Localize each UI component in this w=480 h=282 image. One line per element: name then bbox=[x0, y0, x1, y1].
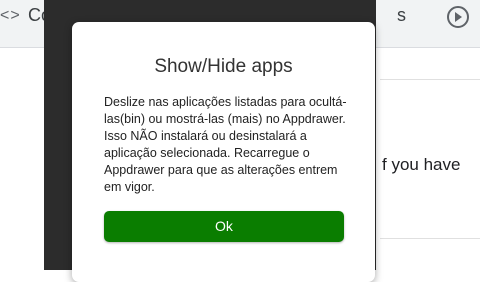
background-partial-text: f you have bbox=[382, 155, 461, 174]
dialog-message: Deslize nas aplicações listadas para ocu… bbox=[104, 95, 347, 194]
background-divider bbox=[380, 238, 480, 239]
back-forward-arrows-icon[interactable]: <> bbox=[0, 7, 21, 25]
background-title-right: s bbox=[397, 5, 406, 25]
dialog-title: Show/Hide apps bbox=[154, 56, 293, 77]
show-hide-apps-dialog: Show/Hide apps Deslize nas aplicações li… bbox=[72, 22, 375, 282]
play-circle-icon[interactable] bbox=[447, 6, 469, 28]
background-divider bbox=[380, 79, 480, 80]
ok-button[interactable]: Ok bbox=[104, 211, 344, 242]
